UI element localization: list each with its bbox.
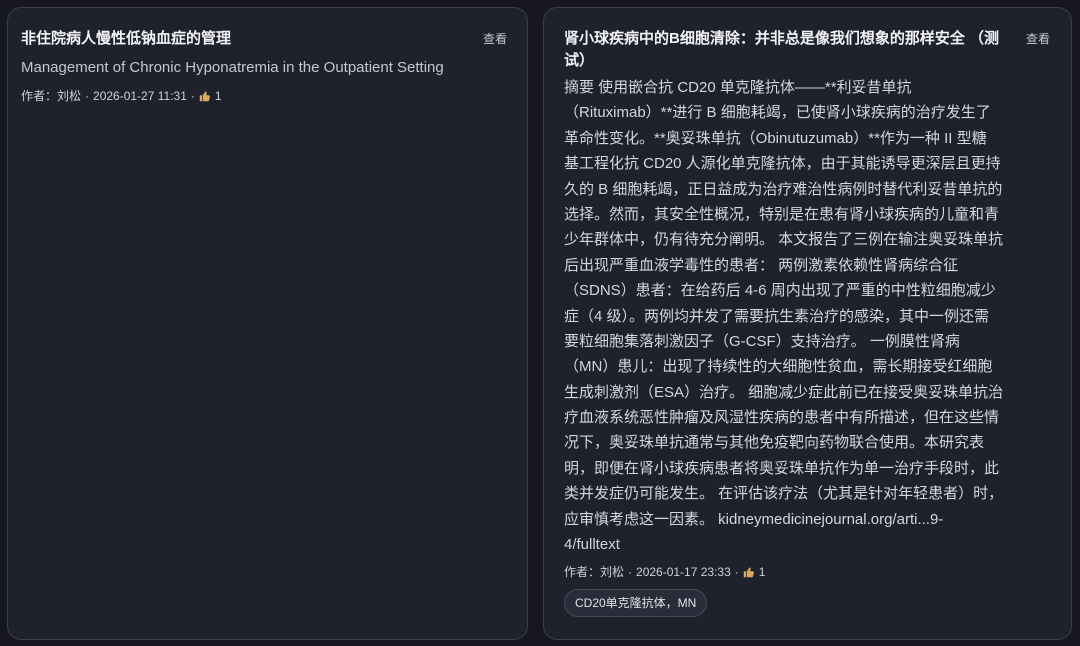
view-button[interactable]: 查看 [1026,28,1050,50]
article-title: 非住院病人慢性低钠血症的管理 [21,30,232,47]
article-subtitle-en: Management of Chronic Hyponatremia in th… [21,59,444,76]
article-card-header: 肾小球疾病中的B细胞清除：并非总是像我们想象的那样安全 （测试） 查看 [564,28,1050,72]
abstract-line: 生成刺激剂（ESA）治疗。 细胞减少症此前已在接受奥妥珠单抗治 [564,383,1004,401]
publish-time: 2026-01-17 23:33 [636,565,731,580]
tag-list: CD20单克隆抗体，MN [564,589,1050,618]
abstract-line: 摘要 使用嵌合抗 CD20 单克隆抗体——**利妥昔单抗 [564,79,912,96]
meta-separator: · [628,565,633,580]
author-label: 作者：刘松 [21,89,82,103]
meta-separator: · [85,89,90,103]
abstract-line: （Rituximab）**进行 B 细胞耗竭，已使肾小球疾病的治疗发生了 [564,104,991,122]
thumbs-up-icon [199,90,211,102]
abstract-line: 4/fulltext [564,536,620,554]
abstract-line: 况下，奥妥珠单抗通常与其他免疫靶向药物联合使用。本研究表 [564,434,985,452]
abstract-line: 疗血液系统恶性肿瘤及风湿性疾病的患者中有所描述，但在这些情 [564,409,1000,427]
like-count: 1 [758,565,766,580]
article-card: 肾小球疾病中的B细胞清除：并非总是像我们想象的那样安全 （测试） 查看 摘要 使… [543,7,1072,640]
abstract-line: 应审慎考虑这一因素。 kidneymedicinejournal.org/art… [564,510,944,528]
view-button[interactable]: 查看 [483,28,507,50]
abstract-line: 明，即便在肾小球疾病患者将奥妥珠单抗作为单一治疗手段时，此 [564,459,1000,477]
abstract-line: 革命性变化。**奥妥珠单抗（Obinutuzumab）**作为一种 II 型糖 [564,129,987,147]
abstract-line: （MN）患儿：出现了持续性的大细胞性贫血，需长期接受红细胞 [564,358,993,376]
abstract-line: 久的 B 细胞耗竭，正日益成为治疗难治性病例时替代利妥昔单抗的 [564,180,1003,198]
abstract-line: 类并发症仍可能发生。 在评估该疗法（尤其是针对年轻患者）时， [564,485,1004,503]
article-title: 肾小球疾病中的B细胞清除：并非总是像我们想象的那样安全 （测试） [564,30,1000,69]
thumbs-up-icon [743,566,755,578]
abstract-line: 症（4 级）。两例均并发了需要抗生素治疗的感染，其中一例还需 [564,307,990,325]
like-count: 1 [214,89,222,103]
article-meta: 作者：刘松 · 2026-01-17 23:33 · 1 [564,563,1050,581]
article-card-list: 非住院病人慢性低钠血症的管理 查看 Management of Chronic … [0,0,1080,646]
abstract-line: 少年群体中，仍有待充分阐明。 本文报告了三例在输注奥妥珠单抗 [564,231,1004,249]
author-label: 作者：刘松 [564,565,625,580]
article-card-header: 非住院病人慢性低钠血症的管理 查看 [21,28,507,50]
article-abstract: 摘要 使用嵌合抗 CD20 单克隆抗体——**利妥昔单抗 （Rituximab）… [564,75,1050,557]
meta-separator: · [190,89,195,103]
article-meta: 作者：刘松 · 2026-01-27 11:31 · 1 [21,87,507,105]
tag-chip[interactable]: CD20单克隆抗体，MN [564,589,708,618]
abstract-line: （SDNS）患者：在给药后 4-6 周内出现了严重的中性粒细胞减少 [564,282,996,300]
abstract-line: 基工程化抗 CD20 人源化单克隆抗体，由于其能诱导更深层且更持 [564,155,1001,173]
abstract-line: 后出现严重血液学毒性的患者： 两例激素依赖性肾病综合征 [564,256,959,274]
meta-separator: · [734,565,739,580]
publish-time: 2026-01-27 11:31 [93,89,187,103]
abstract-line: 选择。然而，其安全性概况，特别是在患有肾小球疾病的儿童和青 [564,205,1000,223]
abstract-line: 要粒细胞集落刺激因子（G-CSF）支持治疗。 一例膜性肾病 [564,332,960,350]
article-card: 非住院病人慢性低钠血症的管理 查看 Management of Chronic … [7,7,528,640]
